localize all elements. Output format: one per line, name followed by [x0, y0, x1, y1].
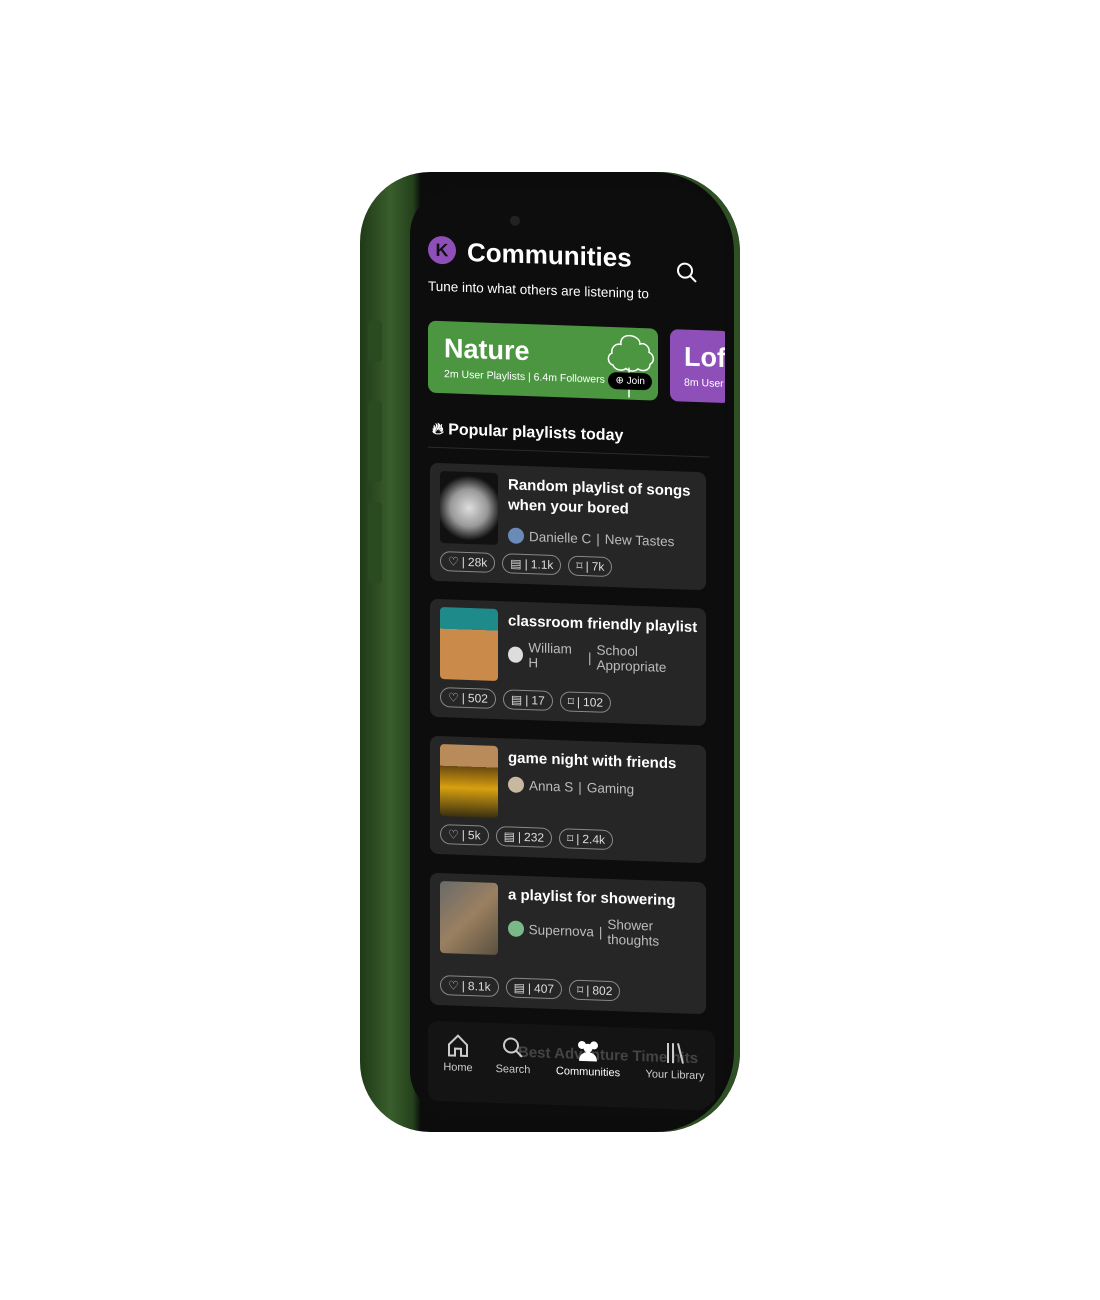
- like-button[interactable]: ♡ | 502: [440, 687, 496, 710]
- playlist-card[interactable]: a playlist for showering Supernova | Showe…: [430, 872, 706, 1015]
- comment-icon: ▤: [510, 556, 522, 571]
- author-avatar: [508, 776, 524, 793]
- heart-icon: ♡: [448, 827, 459, 842]
- playlist-title: Random playlist of songs when your bored: [508, 476, 691, 518]
- playlist-byline: William H | School Appropriate: [508, 639, 706, 676]
- author-avatar: [508, 646, 524, 663]
- bookmark-icon: ⌑: [567, 831, 574, 846]
- playlist-category: New Tastes: [604, 531, 675, 549]
- community-banner-lofi[interactable]: Lofi 8m User: [670, 329, 725, 404]
- save-count: 2.4k: [582, 832, 606, 847]
- home-icon: [448, 1034, 468, 1058]
- people-icon: [578, 1041, 598, 1062]
- playlist-category: School Appropriate: [596, 642, 667, 675]
- heart-icon: ♡: [448, 978, 459, 993]
- save-button[interactable]: ⌑ | 802: [569, 979, 621, 1002]
- volume-up-button: [368, 400, 382, 482]
- join-label: Join: [626, 375, 645, 388]
- author-name[interactable]: Supernova: [529, 922, 594, 939]
- heart-icon: ♡: [448, 690, 459, 705]
- playlist-title: game night with friends: [508, 749, 677, 773]
- playlist-byline: Supernova | Shower thoughts: [508, 913, 706, 950]
- like-button[interactable]: ♡ | 28k: [440, 551, 496, 573]
- save-button[interactable]: ⌑ | 7k: [568, 555, 613, 578]
- bookmark-icon: ⌑: [577, 982, 584, 998]
- comment-button[interactable]: ▤ | 232: [495, 825, 553, 848]
- comment-count: 407: [534, 981, 555, 997]
- comment-icon: ▤: [513, 980, 525, 996]
- playlist-card[interactable]: Random playlist of songs when your bored…: [430, 462, 706, 591]
- avatar[interactable]: K: [428, 235, 456, 265]
- nav-home[interactable]: Home: [428, 1033, 488, 1075]
- comment-button[interactable]: ▤ | 17: [502, 689, 553, 711]
- like-count: 502: [467, 691, 488, 706]
- save-count: 802: [592, 983, 613, 999]
- search-icon[interactable]: [676, 261, 698, 284]
- section-title: 🔥︎ Popular playlists today: [432, 420, 624, 445]
- author-avatar: [508, 920, 524, 937]
- community-meta: 8m User: [684, 376, 724, 390]
- divider: [428, 446, 709, 458]
- playlist-cover: [440, 471, 498, 546]
- library-icon: [667, 1042, 684, 1064]
- playlist-card[interactable]: classroom friendly playlist William H | Sc…: [430, 598, 706, 727]
- comment-count: 17: [531, 693, 545, 708]
- community-name: Lofi: [684, 341, 725, 374]
- playlist-cover: [440, 607, 498, 682]
- comment-button[interactable]: ▤ | 407: [505, 977, 563, 1000]
- like-button[interactable]: ♡ | 5k: [440, 824, 489, 846]
- author-avatar: [508, 527, 524, 544]
- nav-library[interactable]: Your Library: [640, 1040, 710, 1082]
- camera: [510, 215, 520, 226]
- like-count: 28k: [467, 555, 488, 570]
- comment-button[interactable]: ▤ | 1.1k: [502, 553, 562, 576]
- playlist-cover: [440, 744, 498, 819]
- nav-label: Communities: [555, 1065, 621, 1080]
- join-button[interactable]: ⊕ Join: [608, 371, 652, 391]
- nav-search[interactable]: Search: [483, 1035, 543, 1077]
- comment-count: 1.1k: [530, 557, 554, 573]
- bookmark-icon: ⌑: [576, 558, 583, 574]
- playlist-category: Gaming: [586, 779, 635, 797]
- bottom-nav: Best Adventure Time hits Home Search Com…: [428, 1020, 715, 1111]
- comment-icon: ▤: [503, 829, 515, 844]
- like-count: 5k: [467, 828, 481, 843]
- nav-label: Your Library: [645, 1068, 705, 1083]
- page-title: Communities: [467, 236, 632, 273]
- heart-icon: ♡: [448, 554, 459, 569]
- community-banner-nature[interactable]: Nature 2m User Playlists | 6.4m Follower…: [428, 320, 658, 401]
- like-button[interactable]: ♡ | 8.1k: [440, 975, 499, 998]
- playlist-category: Shower thoughts: [607, 916, 660, 949]
- nav-label: Search: [495, 1062, 531, 1077]
- author-name[interactable]: William H: [528, 640, 583, 672]
- phone-screen: K Communities Tune into what others are …: [410, 190, 725, 1115]
- save-button[interactable]: ⌑ | 102: [559, 691, 612, 714]
- bookmark-icon: ⌑: [567, 694, 574, 709]
- comment-count: 232: [524, 829, 545, 845]
- page-subtitle: Tune into what others are listening to: [428, 278, 649, 302]
- author-name[interactable]: Anna S: [529, 778, 573, 795]
- playlist-title: a playlist for showering: [508, 886, 676, 910]
- playlist-cover: [440, 881, 498, 956]
- author-name[interactable]: Danielle C: [529, 529, 591, 546]
- volume-down-button: [368, 502, 382, 584]
- save-count: 102: [583, 695, 604, 710]
- playlist-byline: Danielle C | New Tastes: [508, 527, 674, 549]
- search-icon: [503, 1037, 523, 1058]
- like-count: 8.1k: [467, 979, 491, 994]
- section-title-text: Popular playlists today: [448, 421, 624, 445]
- playlist-title: classroom friendly playlist: [508, 612, 698, 637]
- playlist-byline: Anna S | Gaming: [508, 776, 634, 796]
- save-count: 7k: [591, 559, 605, 574]
- nav-communities[interactable]: Communities: [553, 1037, 623, 1079]
- playlist-card[interactable]: game night with friends Anna S | Gaming ♡ |…: [430, 735, 706, 864]
- save-button[interactable]: ⌑ | 2.4k: [559, 828, 614, 851]
- action-button: [368, 320, 382, 362]
- comment-icon: ▤: [510, 692, 523, 707]
- nav-label: Home: [443, 1061, 473, 1075]
